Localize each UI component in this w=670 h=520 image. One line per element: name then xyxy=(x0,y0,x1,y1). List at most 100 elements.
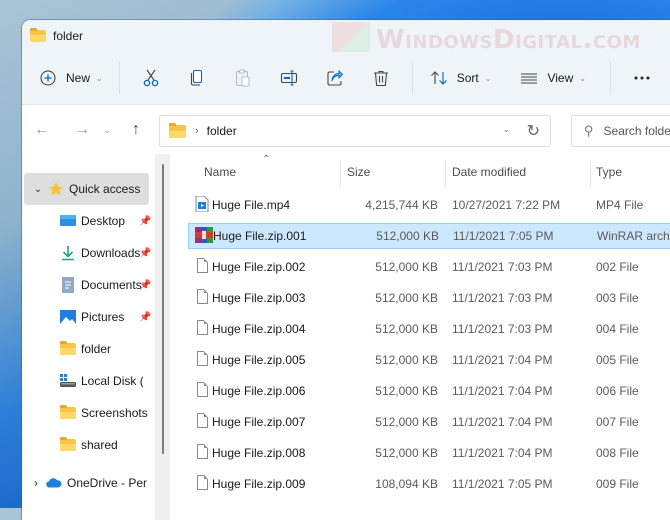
delete-button[interactable] xyxy=(358,62,404,94)
pin-icon[interactable]: 📌 xyxy=(139,312,151,323)
file-size: 512,000 KB xyxy=(375,446,438,460)
sidebar-item-label: Documents xyxy=(81,278,142,292)
address-dropdown-icon[interactable]: ⌄ xyxy=(502,124,510,135)
pin-icon[interactable]: 📌 xyxy=(139,280,151,291)
file-date-modified: 11/1/2021 7:04 PM xyxy=(452,446,553,460)
sidebar-item-documents[interactable]: Documents 📌 xyxy=(22,269,155,301)
column-divider[interactable] xyxy=(445,161,446,187)
cut-button[interactable] xyxy=(128,62,174,94)
rename-button[interactable] xyxy=(266,62,312,94)
forward-button[interactable]: → xyxy=(66,116,98,144)
sort-button[interactable]: Sort ⌄ xyxy=(421,62,500,94)
toolbar-divider xyxy=(609,62,611,94)
file-row[interactable]: Huge File.zip.007 512,000 KB 11/1/2021 7:0… xyxy=(188,409,670,435)
file-date-modified: 11/1/2021 7:04 PM xyxy=(452,415,553,429)
file-type: 004 File xyxy=(596,322,639,336)
blank-file-icon xyxy=(195,320,211,337)
file-list: ⌃ Name Size Date modified Type Huge File… xyxy=(172,154,670,520)
sidebar-item-label: folder xyxy=(81,342,112,356)
pin-icon[interactable]: 📌 xyxy=(139,248,151,259)
column-header-date[interactable]: Date modified xyxy=(452,165,526,179)
sidebar-item-shared[interactable]: shared xyxy=(22,429,155,461)
file-size: 108,094 KB xyxy=(375,477,438,491)
new-button[interactable]: New ⌄ xyxy=(30,62,111,94)
chevron-down-icon: ⌄ xyxy=(103,124,111,135)
share-icon xyxy=(325,68,345,88)
sidebar-item-quick-access[interactable]: ⌄ Quick access xyxy=(24,173,149,205)
sort-label: Sort xyxy=(456,71,479,85)
sidebar-item-pictures[interactable]: Pictures 📌 xyxy=(22,301,155,333)
new-label: New xyxy=(66,71,91,85)
chevron-down-icon: ⌄ xyxy=(484,73,492,83)
chevron-down-icon[interactable]: ⌄ xyxy=(28,184,48,195)
file-row[interactable]: Huge File.zip.006 512,000 KB 11/1/2021 7:0… xyxy=(188,378,670,404)
back-button[interactable]: ← xyxy=(26,116,58,144)
pin-icon[interactable]: 📌 xyxy=(139,216,151,227)
column-divider[interactable] xyxy=(340,161,341,187)
desktop-icon xyxy=(60,213,76,229)
rename-icon xyxy=(279,68,299,88)
column-header-type[interactable]: Type xyxy=(596,165,622,179)
sidebar-item-downloads[interactable]: Downloads 📌 xyxy=(22,237,155,269)
file-date-modified: 11/1/2021 7:03 PM xyxy=(452,322,553,336)
title-bar[interactable]: folder WindowsDigital.com xyxy=(22,20,670,58)
pictures-icon xyxy=(60,309,76,325)
file-explorer-window: folder WindowsDigital.com New ⌄ Sort ⌄ V… xyxy=(22,20,670,520)
column-header-size[interactable]: Size xyxy=(347,165,370,179)
sidebar-item-label: shared xyxy=(81,438,118,452)
file-type: 008 File xyxy=(596,446,639,460)
file-row[interactable]: Huge File.zip.003 512,000 KB 11/1/2021 7:0… xyxy=(188,285,670,311)
share-button[interactable] xyxy=(312,62,358,94)
blank-file-icon xyxy=(195,258,211,275)
copy-button[interactable] xyxy=(174,62,220,94)
scrollbar-thumb[interactable] xyxy=(162,164,164,454)
file-row[interactable]: Huge File.zip.001 512,000 KB 11/1/2021 7:0… xyxy=(188,223,670,249)
sidebar-item-onedrive[interactable]: › OneDrive - Personal xyxy=(22,467,155,499)
video-file-icon xyxy=(195,195,211,213)
sidebar-item-desktop[interactable]: Desktop 📌 xyxy=(22,205,155,237)
file-size: 512,000 KB xyxy=(375,384,438,398)
column-header-name[interactable]: Name xyxy=(204,165,236,179)
sidebar-item-folder[interactable]: folder xyxy=(22,333,155,365)
file-type: 005 File xyxy=(596,353,639,367)
more-icon xyxy=(632,68,652,88)
blank-file-icon xyxy=(195,351,211,368)
file-size: 512,000 KB xyxy=(375,415,438,429)
file-row[interactable]: Huge File.mp4 4,215,744 KB 10/27/2021 7:22… xyxy=(188,192,670,218)
sort-icon xyxy=(429,68,449,88)
file-row[interactable]: Huge File.zip.005 512,000 KB 11/1/2021 7:0… xyxy=(188,347,670,373)
chevron-right-icon[interactable]: › xyxy=(26,476,46,490)
up-button[interactable]: ↑ xyxy=(120,116,152,144)
file-date-modified: 11/1/2021 7:05 PM xyxy=(453,229,554,243)
recent-locations-button[interactable]: ⌄ xyxy=(98,116,116,144)
blank-file-icon xyxy=(195,475,211,492)
paste-button[interactable] xyxy=(220,62,266,94)
sidebar-item-local-disk[interactable]: Local Disk (C:) xyxy=(22,365,155,397)
search-box[interactable]: ⚲ Search folder xyxy=(571,115,670,147)
file-date-modified: 10/27/2021 7:22 PM xyxy=(452,198,561,212)
sidebar-item-label: Desktop xyxy=(81,214,126,228)
file-row[interactable]: Huge File.zip.009 108,094 KB 11/1/2021 7:0… xyxy=(188,471,670,497)
column-divider[interactable] xyxy=(590,161,591,187)
sidebar-item-label: Screenshots xyxy=(81,406,148,420)
toolbar-divider xyxy=(411,62,413,94)
folder-icon xyxy=(169,122,186,138)
sidebar-item-screenshots[interactable]: Screenshots xyxy=(22,397,155,429)
breadcrumb-folder[interactable]: folder xyxy=(207,124,237,138)
blank-file-icon xyxy=(195,382,211,399)
more-options-button[interactable] xyxy=(619,62,665,94)
file-row[interactable]: Huge File.zip.004 512,000 KB 11/1/2021 7:0… xyxy=(188,316,670,342)
file-row[interactable]: Huge File.zip.008 512,000 KB 11/1/2021 7:0… xyxy=(188,440,670,466)
file-size: 512,000 KB xyxy=(375,322,438,336)
sidebar-item-label: Downloads xyxy=(81,246,141,260)
toolbar-divider xyxy=(118,62,120,94)
view-button[interactable]: View ⌄ xyxy=(511,62,594,94)
arrow-left-icon: ← xyxy=(34,121,50,138)
address-bar[interactable]: › folder ⌄ ↻ xyxy=(159,115,551,147)
breadcrumb-chevron-icon: › xyxy=(195,125,199,137)
blank-file-icon xyxy=(195,289,211,306)
sidebar-scrollbar[interactable] xyxy=(155,154,170,520)
file-row[interactable]: Huge File.zip.002 512,000 KB 11/1/2021 7:0… xyxy=(188,254,670,280)
refresh-icon[interactable]: ↻ xyxy=(527,121,540,141)
window-title: folder xyxy=(53,29,84,43)
